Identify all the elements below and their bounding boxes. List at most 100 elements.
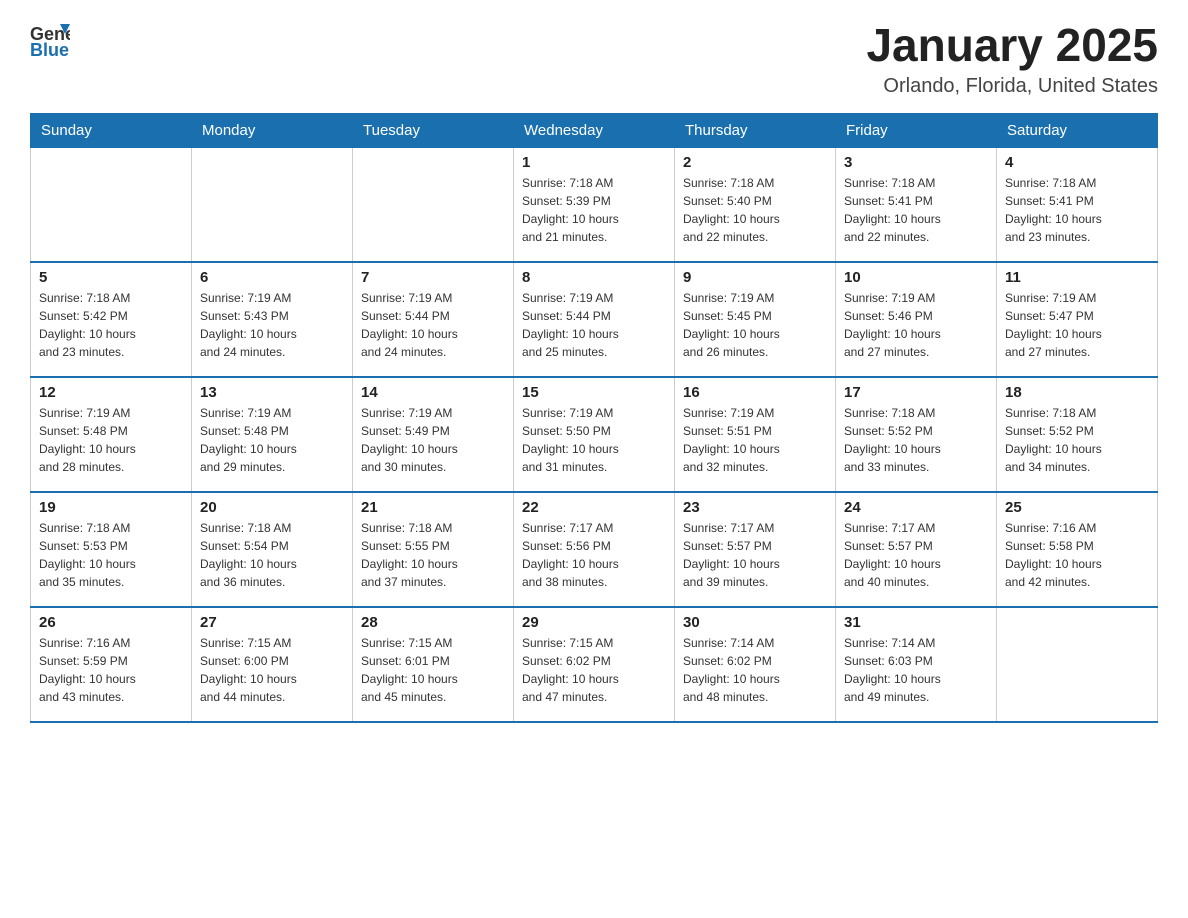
day-number: 31 <box>844 614 988 631</box>
calendar-cell: 31 Sunrise: 7:14 AM Sunset: 6:03 PM Dayli… <box>836 607 997 722</box>
day-number: 23 <box>683 499 827 516</box>
logo-icon: General Blue <box>30 20 70 63</box>
svg-text:Blue: Blue <box>30 40 69 58</box>
day-number: 27 <box>200 614 344 631</box>
calendar-cell: 25 Sunrise: 7:16 AM Sunset: 5:58 PM Dayli… <box>997 492 1158 607</box>
day-number: 28 <box>361 614 505 631</box>
day-number: 5 <box>39 269 183 286</box>
calendar-cell: 13Sunrise: 7:19 AM Sunset: 5:48 PM Dayli… <box>192 377 353 492</box>
day-number: 4 <box>1005 154 1149 171</box>
day-info: Sunrise: 7:17 AM Sunset: 5:57 PM Dayligh… <box>844 519 988 591</box>
day-number: 6 <box>200 269 344 286</box>
calendar-cell: 16 Sunrise: 7:19 AM Sunset: 5:51 PM Dayli… <box>675 377 836 492</box>
calendar-week-row: 1 Sunrise: 7:18 AM Sunset: 5:39 PM Daylig… <box>31 147 1158 262</box>
calendar-cell: 5 Sunrise: 7:18 AM Sunset: 5:42 PM Daylig… <box>31 262 192 377</box>
day-number: 29 <box>522 614 666 631</box>
day-number: 17 <box>844 384 988 401</box>
calendar-cell: 24 Sunrise: 7:17 AM Sunset: 5:57 PM Dayli… <box>836 492 997 607</box>
calendar-cell: 14 Sunrise: 7:19 AM Sunset: 5:49 PM Dayli… <box>353 377 514 492</box>
day-info: Sunrise: 7:17 AM Sunset: 5:57 PM Dayligh… <box>683 519 827 591</box>
day-number: 25 <box>1005 499 1149 516</box>
header-thursday: Thursday <box>675 113 836 147</box>
calendar-cell: 17Sunrise: 7:18 AM Sunset: 5:52 PM Dayli… <box>836 377 997 492</box>
day-info: Sunrise: 7:15 AM Sunset: 6:01 PM Dayligh… <box>361 634 505 706</box>
day-info: Sunrise: 7:15 AM Sunset: 6:00 PM Dayligh… <box>200 634 344 706</box>
day-info: Sunrise: 7:16 AM Sunset: 5:58 PM Dayligh… <box>1005 519 1149 591</box>
day-number: 11 <box>1005 269 1149 286</box>
calendar-cell <box>353 147 514 262</box>
day-number: 18 <box>1005 384 1149 401</box>
calendar-cell: 6 Sunrise: 7:19 AM Sunset: 5:43 PM Daylig… <box>192 262 353 377</box>
calendar-week-row: 5 Sunrise: 7:18 AM Sunset: 5:42 PM Daylig… <box>31 262 1158 377</box>
day-info: Sunrise: 7:18 AM Sunset: 5:39 PM Dayligh… <box>522 174 666 246</box>
calendar-week-row: 26Sunrise: 7:16 AM Sunset: 5:59 PM Dayli… <box>31 607 1158 722</box>
day-number: 12 <box>39 384 183 401</box>
day-info: Sunrise: 7:19 AM Sunset: 5:49 PM Dayligh… <box>361 404 505 476</box>
calendar-cell: 10Sunrise: 7:19 AM Sunset: 5:46 PM Dayli… <box>836 262 997 377</box>
day-number: 22 <box>522 499 666 516</box>
day-number: 2 <box>683 154 827 171</box>
day-number: 24 <box>844 499 988 516</box>
calendar-cell: 27 Sunrise: 7:15 AM Sunset: 6:00 PM Dayli… <box>192 607 353 722</box>
day-info: Sunrise: 7:18 AM Sunset: 5:55 PM Dayligh… <box>361 519 505 591</box>
day-number: 20 <box>200 499 344 516</box>
calendar-cell: 3Sunrise: 7:18 AM Sunset: 5:41 PM Daylig… <box>836 147 997 262</box>
header-sunday: Sunday <box>31 113 192 147</box>
day-info: Sunrise: 7:19 AM Sunset: 5:51 PM Dayligh… <box>683 404 827 476</box>
day-number: 10 <box>844 269 988 286</box>
calendar-cell: 23 Sunrise: 7:17 AM Sunset: 5:57 PM Dayli… <box>675 492 836 607</box>
day-info: Sunrise: 7:17 AM Sunset: 5:56 PM Dayligh… <box>522 519 666 591</box>
page-header: General Blue January 2025 Orlando, Flori… <box>30 20 1158 98</box>
day-info: Sunrise: 7:19 AM Sunset: 5:43 PM Dayligh… <box>200 289 344 361</box>
day-number: 21 <box>361 499 505 516</box>
day-info: Sunrise: 7:14 AM Sunset: 6:03 PM Dayligh… <box>844 634 988 706</box>
header-tuesday: Tuesday <box>353 113 514 147</box>
day-number: 1 <box>522 154 666 171</box>
day-number: 14 <box>361 384 505 401</box>
calendar-cell: 26Sunrise: 7:16 AM Sunset: 5:59 PM Dayli… <box>31 607 192 722</box>
header-monday: Monday <box>192 113 353 147</box>
calendar-cell: 20 Sunrise: 7:18 AM Sunset: 5:54 PM Dayli… <box>192 492 353 607</box>
day-info: Sunrise: 7:19 AM Sunset: 5:45 PM Dayligh… <box>683 289 827 361</box>
calendar-cell: 22 Sunrise: 7:17 AM Sunset: 5:56 PM Dayli… <box>514 492 675 607</box>
day-info: Sunrise: 7:18 AM Sunset: 5:41 PM Dayligh… <box>1005 174 1149 246</box>
day-info: Sunrise: 7:18 AM Sunset: 5:40 PM Dayligh… <box>683 174 827 246</box>
calendar-cell: 8Sunrise: 7:19 AM Sunset: 5:44 PM Daylig… <box>514 262 675 377</box>
calendar-cell: 19 Sunrise: 7:18 AM Sunset: 5:53 PM Dayli… <box>31 492 192 607</box>
day-info: Sunrise: 7:19 AM Sunset: 5:44 PM Dayligh… <box>522 289 666 361</box>
day-info: Sunrise: 7:18 AM Sunset: 5:42 PM Dayligh… <box>39 289 183 361</box>
day-info: Sunrise: 7:19 AM Sunset: 5:44 PM Dayligh… <box>361 289 505 361</box>
day-info: Sunrise: 7:19 AM Sunset: 5:50 PM Dayligh… <box>522 404 666 476</box>
day-info: Sunrise: 7:18 AM Sunset: 5:41 PM Dayligh… <box>844 174 988 246</box>
calendar-cell: 28 Sunrise: 7:15 AM Sunset: 6:01 PM Dayli… <box>353 607 514 722</box>
day-info: Sunrise: 7:15 AM Sunset: 6:02 PM Dayligh… <box>522 634 666 706</box>
day-number: 19 <box>39 499 183 516</box>
calendar-cell: 2 Sunrise: 7:18 AM Sunset: 5:40 PM Daylig… <box>675 147 836 262</box>
header-wednesday: Wednesday <box>514 113 675 147</box>
calendar-cell: 21 Sunrise: 7:18 AM Sunset: 5:55 PM Dayli… <box>353 492 514 607</box>
day-number: 30 <box>683 614 827 631</box>
day-info: Sunrise: 7:19 AM Sunset: 5:48 PM Dayligh… <box>39 404 183 476</box>
day-number: 15 <box>522 384 666 401</box>
calendar-cell: 9 Sunrise: 7:19 AM Sunset: 5:45 PM Daylig… <box>675 262 836 377</box>
day-info: Sunrise: 7:14 AM Sunset: 6:02 PM Dayligh… <box>683 634 827 706</box>
calendar-header-row: SundayMondayTuesdayWednesdayThursdayFrid… <box>31 113 1158 147</box>
calendar-cell: 11Sunrise: 7:19 AM Sunset: 5:47 PM Dayli… <box>997 262 1158 377</box>
logo: General Blue <box>30 20 70 63</box>
day-info: Sunrise: 7:18 AM Sunset: 5:54 PM Dayligh… <box>200 519 344 591</box>
title-area: January 2025 Orlando, Florida, United St… <box>866 20 1158 98</box>
header-friday: Friday <box>836 113 997 147</box>
calendar-table: SundayMondayTuesdayWednesdayThursdayFrid… <box>30 113 1158 724</box>
day-info: Sunrise: 7:18 AM Sunset: 5:52 PM Dayligh… <box>1005 404 1149 476</box>
day-number: 16 <box>683 384 827 401</box>
day-number: 26 <box>39 614 183 631</box>
calendar-cell <box>31 147 192 262</box>
day-number: 13 <box>200 384 344 401</box>
calendar-cell: 18 Sunrise: 7:18 AM Sunset: 5:52 PM Dayli… <box>997 377 1158 492</box>
day-number: 9 <box>683 269 827 286</box>
calendar-cell: 4 Sunrise: 7:18 AM Sunset: 5:41 PM Daylig… <box>997 147 1158 262</box>
day-info: Sunrise: 7:18 AM Sunset: 5:53 PM Dayligh… <box>39 519 183 591</box>
calendar-week-row: 19 Sunrise: 7:18 AM Sunset: 5:53 PM Dayli… <box>31 492 1158 607</box>
header-saturday: Saturday <box>997 113 1158 147</box>
calendar-cell: 7Sunrise: 7:19 AM Sunset: 5:44 PM Daylig… <box>353 262 514 377</box>
